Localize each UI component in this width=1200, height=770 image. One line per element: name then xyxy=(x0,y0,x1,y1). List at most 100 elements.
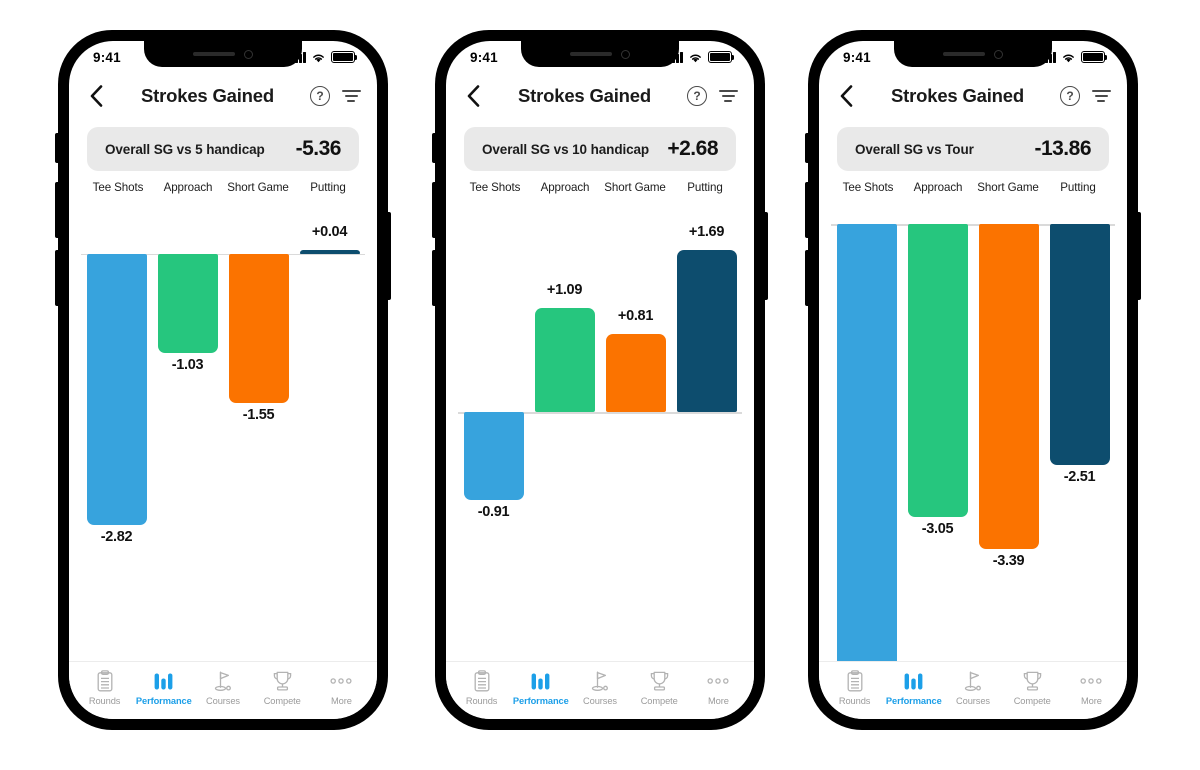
volume-down-button[interactable] xyxy=(432,250,436,306)
bar-value-label: +1.09 xyxy=(546,281,583,298)
bar-tee-shots[interactable]: -2.82 xyxy=(86,194,147,652)
filter-icon[interactable] xyxy=(341,88,361,104)
volume-down-button[interactable] xyxy=(805,250,809,306)
bar-value-label: +1.69 xyxy=(688,224,725,240)
header-nav: Strokes Gained ? xyxy=(446,73,754,119)
signal-bars-icon xyxy=(291,51,306,63)
category-tabs: Tee Shots Approach Short Game Putting xyxy=(460,181,740,194)
golf-flag-icon xyxy=(962,669,984,693)
silent-switch[interactable] xyxy=(805,133,809,163)
bar-short-game[interactable]: -1.55 xyxy=(228,194,289,652)
tab-item-compete[interactable]: Compete xyxy=(253,669,312,706)
bar-tee-shots[interactable]: -0.91 xyxy=(463,194,524,652)
tab-item-courses[interactable]: Courses xyxy=(943,669,1002,706)
strokes-gained-bar-chart: -2.82 -1.03 -1.55 +0.04 xyxy=(81,194,365,652)
tab-item-label: More xyxy=(708,696,729,706)
category-tab-tee-shots[interactable]: Tee Shots xyxy=(833,181,903,194)
bar-approach[interactable]: -3.05 xyxy=(907,194,968,652)
tab-item-rounds[interactable]: Rounds xyxy=(452,669,511,706)
power-button[interactable] xyxy=(1137,212,1141,300)
status-indicators xyxy=(1041,51,1108,63)
silent-switch[interactable] xyxy=(432,133,436,163)
tab-item-label: Compete xyxy=(640,696,678,706)
tab-item-courses[interactable]: Courses xyxy=(193,669,252,706)
category-tab-tee-shots[interactable]: Tee Shots xyxy=(460,181,530,194)
volume-up-button[interactable] xyxy=(55,182,59,238)
volume-down-button[interactable] xyxy=(55,250,59,306)
summary-label: Overall SG vs 10 handicap xyxy=(482,141,650,157)
tab-item-more[interactable]: More xyxy=(689,669,748,706)
bar-putting[interactable]: -2.51 xyxy=(1049,194,1110,652)
ellipsis-icon xyxy=(706,669,730,693)
power-button[interactable] xyxy=(764,212,768,300)
battery-full-icon xyxy=(708,51,735,63)
bar-rect xyxy=(299,250,360,254)
tab-item-rounds[interactable]: Rounds xyxy=(75,669,134,706)
tab-item-rounds[interactable]: Rounds xyxy=(825,669,884,706)
summary-card[interactable]: Overall SG vs Tour -13.86 xyxy=(837,127,1109,171)
bar-approach[interactable]: -1.03 xyxy=(157,194,218,652)
battery-full-icon xyxy=(331,51,358,63)
golf-flag-icon xyxy=(212,669,234,693)
silent-switch[interactable] xyxy=(55,133,59,163)
filter-icon[interactable] xyxy=(718,88,738,104)
wifi-icon xyxy=(690,54,701,62)
category-tab-short-game[interactable]: Short Game xyxy=(600,181,670,194)
summary-card[interactable]: Overall SG vs 10 handicap +2.68 xyxy=(464,127,736,171)
wifi-icon xyxy=(313,54,324,62)
tab-item-more[interactable]: More xyxy=(1062,669,1121,706)
summary-label: Overall SG vs Tour xyxy=(855,141,974,157)
category-tabs: Tee Shots Approach Short Game Putting xyxy=(833,181,1113,194)
bar-putting[interactable]: +0.04 xyxy=(299,194,360,652)
wifi-icon xyxy=(1063,54,1074,62)
help-circle-icon[interactable]: ? xyxy=(1060,86,1080,106)
power-button[interactable] xyxy=(387,212,391,300)
category-tab-putting[interactable]: Putting xyxy=(670,181,740,194)
status-bar: 9:41 xyxy=(446,41,754,73)
bar-rect xyxy=(836,224,897,696)
volume-up-button[interactable] xyxy=(805,182,809,238)
tab-item-more[interactable]: More xyxy=(312,669,371,706)
bar-value-label: -3.39 xyxy=(992,553,1025,570)
bottom-tab-bar: Rounds Performance Courses Compete More xyxy=(69,661,377,719)
bar-short-game[interactable]: -3.39 xyxy=(978,194,1039,652)
help-circle-icon[interactable]: ? xyxy=(310,86,330,106)
tab-item-label: Rounds xyxy=(838,696,871,706)
battery-full-icon xyxy=(1081,51,1108,63)
tab-item-performance[interactable]: Performance xyxy=(511,669,570,706)
help-circle-icon[interactable]: ? xyxy=(687,86,707,106)
tab-item-performance[interactable]: Performance xyxy=(884,669,943,706)
tab-item-compete[interactable]: Compete xyxy=(1003,669,1062,706)
volume-up-button[interactable] xyxy=(432,182,436,238)
summary-card[interactable]: Overall SG vs 5 handicap -5.36 xyxy=(87,127,359,171)
category-tab-putting[interactable]: Putting xyxy=(1043,181,1113,194)
summary-value: +2.68 xyxy=(667,137,718,160)
category-tab-approach[interactable]: Approach xyxy=(153,181,223,194)
summary-value: -5.36 xyxy=(295,137,342,160)
bar-rect xyxy=(676,250,737,413)
category-tab-short-game[interactable]: Short Game xyxy=(223,181,293,194)
category-tab-putting[interactable]: Putting xyxy=(293,181,363,194)
tab-item-label: More xyxy=(331,696,352,706)
trophy-icon xyxy=(1022,669,1043,693)
tab-item-compete[interactable]: Compete xyxy=(630,669,689,706)
clipboard-icon xyxy=(95,669,115,693)
bar-value-label: -2.51 xyxy=(1063,468,1096,485)
ellipsis-icon xyxy=(1079,669,1103,693)
filter-icon[interactable] xyxy=(1091,88,1111,104)
category-tab-approach[interactable]: Approach xyxy=(530,181,600,194)
phone-mockup-3: 9:41 Strokes Gained ? Overall SG vs Tour… xyxy=(805,30,1141,730)
tab-item-performance[interactable]: Performance xyxy=(134,669,193,706)
bar-putting[interactable]: +1.69 xyxy=(676,194,737,652)
bar-short-game[interactable]: +0.81 xyxy=(605,194,666,652)
tab-item-courses[interactable]: Courses xyxy=(570,669,629,706)
bar-rect xyxy=(463,412,524,500)
category-tab-tee-shots[interactable]: Tee Shots xyxy=(83,181,153,194)
bar-tee-shots[interactable]: -4.91 xyxy=(836,194,897,715)
category-tab-short-game[interactable]: Short Game xyxy=(973,181,1043,194)
bar-approach[interactable]: +1.09 xyxy=(534,194,595,652)
page-title: Strokes Gained xyxy=(141,85,274,106)
category-tab-approach[interactable]: Approach xyxy=(903,181,973,194)
phone-screen-3: 9:41 Strokes Gained ? Overall SG vs Tour… xyxy=(819,41,1127,719)
signal-bars-icon xyxy=(668,51,683,63)
